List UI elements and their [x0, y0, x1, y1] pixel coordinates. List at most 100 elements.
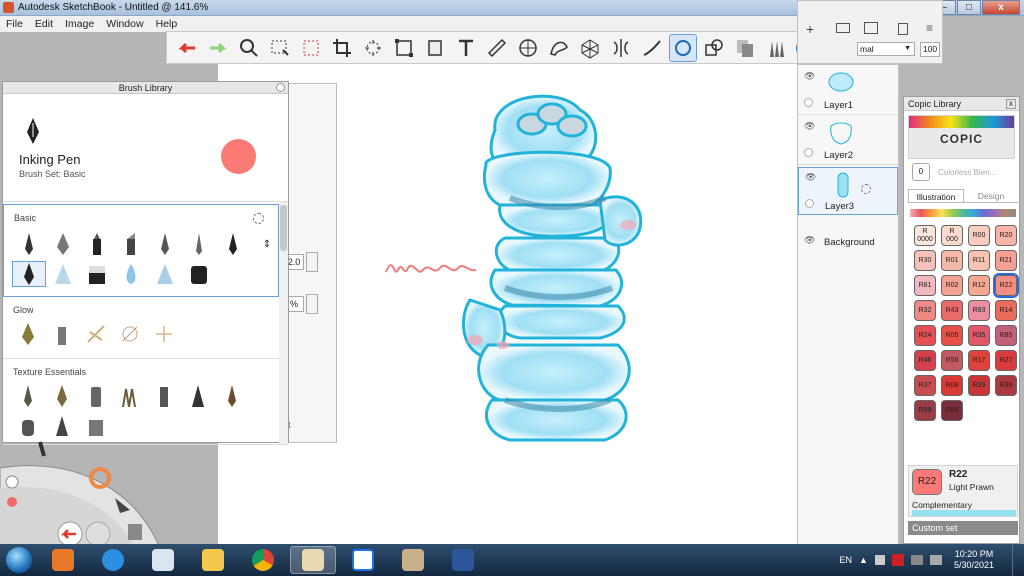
layer-radio[interactable]: [804, 148, 813, 157]
blend-mode-select[interactable]: mal ▼: [857, 42, 915, 56]
brush-texture-2-icon[interactable]: [45, 383, 79, 409]
copic-swatch[interactable]: R11: [968, 250, 990, 271]
copic-swatch[interactable]: R35: [968, 325, 990, 346]
copic-swatch[interactable]: R21: [995, 250, 1017, 271]
brush-ink-icon[interactable]: [216, 231, 250, 257]
copic-swatch[interactable]: R08: [941, 375, 963, 396]
show-desktop-button[interactable]: [1012, 544, 1024, 576]
complementary-label[interactable]: Complementary: [912, 500, 972, 510]
zoom-icon[interactable]: [235, 34, 263, 62]
symmetry-icon[interactable]: [607, 34, 635, 62]
brush-texture-7-icon[interactable]: [215, 383, 249, 409]
select-icon[interactable]: [266, 34, 294, 62]
copic-swatch[interactable]: R32: [914, 300, 936, 321]
clock[interactable]: 10:20 PM 5/30/2021: [954, 549, 994, 571]
perspective-icon[interactable]: [576, 34, 604, 62]
taskbar-zalo[interactable]: [340, 546, 386, 574]
language-indicator[interactable]: EN: [840, 555, 853, 565]
brush-texture-9-icon[interactable]: [45, 413, 79, 439]
menu-file[interactable]: File: [0, 16, 29, 32]
layer-settings-icon[interactable]: [861, 184, 871, 194]
copic-swatch[interactable]: R39: [995, 375, 1017, 396]
taskbar-word[interactable]: [440, 546, 486, 574]
visibility-eye-icon[interactable]: 👁: [804, 71, 815, 82]
layer-item-selected[interactable]: 👁 Layer3: [798, 167, 898, 215]
taskbar-chrome[interactable]: [240, 546, 286, 574]
current-copic-swatch[interactable]: R22: [912, 469, 942, 495]
ruler-icon[interactable]: [483, 34, 511, 62]
copic-swatch[interactable]: R 0000: [914, 225, 936, 246]
brush-texture-8-icon[interactable]: [11, 413, 45, 439]
menu-edit[interactable]: Edit: [29, 16, 59, 32]
brush-glow-spray-icon[interactable]: [79, 321, 113, 347]
custom-set-bar[interactable]: Custom set: [908, 521, 1018, 535]
copic-swatch[interactable]: R20: [995, 225, 1017, 246]
layer-opacity-field[interactable]: 100: [920, 42, 940, 57]
brush-soft-icon[interactable]: [148, 261, 182, 287]
shape-icon[interactable]: [700, 34, 728, 62]
copic-swatch[interactable]: R05: [941, 325, 963, 346]
distort-icon[interactable]: [390, 34, 418, 62]
copic-swatch[interactable]: R59: [914, 400, 936, 421]
undo-icon[interactable]: [173, 34, 201, 62]
copic-swatch[interactable]: R89: [941, 400, 963, 421]
layer-radio[interactable]: [804, 98, 813, 107]
copic-swatch[interactable]: R00: [968, 225, 990, 246]
taskbar-explorer[interactable]: [190, 546, 236, 574]
brush-chisel-icon[interactable]: [114, 231, 148, 257]
tray-app-icon[interactable]: [874, 555, 885, 565]
copic-swatch[interactable]: R22: [993, 273, 1019, 298]
panel-close-icon[interactable]: [276, 83, 285, 92]
brush-marker-icon[interactable]: [80, 231, 114, 257]
layer-item[interactable]: 👁 Layer1: [798, 67, 898, 115]
folder-icon[interactable]: [836, 23, 850, 33]
brush-library-scrollbar[interactable]: [279, 202, 288, 444]
brush-pencil-icon[interactable]: [12, 231, 46, 257]
brush-texture-1-icon[interactable]: [11, 383, 45, 409]
redo-icon[interactable]: [204, 34, 232, 62]
trash-icon[interactable]: [898, 23, 908, 35]
copic-swatch[interactable]: R43: [941, 300, 963, 321]
tray-vivaldi-icon[interactable]: [891, 554, 904, 566]
add-layer-icon[interactable]: +: [806, 21, 814, 37]
crop-icon[interactable]: [328, 34, 356, 62]
brush-glow-star-icon[interactable]: [113, 321, 147, 347]
copic-swatch[interactable]: R17: [968, 350, 990, 371]
brush-fine-pen-icon[interactable]: [182, 231, 216, 257]
volume-icon[interactable]: [929, 555, 942, 565]
brush-glow-pen-icon[interactable]: [11, 321, 45, 347]
image-icon[interactable]: [864, 22, 878, 34]
visibility-eye-icon[interactable]: 👁: [804, 121, 815, 132]
copic-swatch[interactable]: R30: [914, 250, 936, 271]
copic-swatch[interactable]: R 000: [941, 225, 963, 246]
menu-help[interactable]: Help: [150, 16, 184, 32]
layer-radio[interactable]: [805, 199, 814, 208]
brush-settings-icon[interactable]: [253, 213, 264, 224]
brush-technical-pen-icon[interactable]: [46, 231, 80, 257]
brush-texture-5-icon[interactable]: [147, 383, 181, 409]
brush-texture-3-icon[interactable]: [79, 383, 113, 409]
brush-ballpoint-icon[interactable]: [148, 231, 182, 257]
taskbar-paint[interactable]: [390, 546, 436, 574]
transform-icon[interactable]: [359, 34, 387, 62]
taskbar-media-player[interactable]: [40, 546, 86, 574]
color-family-strip[interactable]: [910, 209, 1016, 217]
copic-swatch[interactable]: R46: [914, 350, 936, 371]
colorless-blender[interactable]: 0 Colorless Blen...: [910, 163, 1016, 183]
crop-select-icon[interactable]: [297, 34, 325, 62]
taskbar-snipping-tool[interactable]: [140, 546, 186, 574]
menu-window[interactable]: Window: [100, 16, 149, 32]
ellipse-guide-icon[interactable]: [514, 34, 542, 62]
brush-water-icon[interactable]: [114, 261, 148, 287]
brush-inking-pen-icon[interactable]: [12, 261, 46, 287]
layer-item-background[interactable]: 👁 Background: [798, 219, 898, 267]
brush-library-icon[interactable]: [762, 34, 790, 62]
text-icon[interactable]: [452, 34, 480, 62]
brush-eraser-icon[interactable]: [80, 261, 114, 287]
size-stepper[interactable]: [306, 252, 318, 272]
french-curve-icon[interactable]: [545, 34, 573, 62]
predictive-stroke-icon[interactable]: [669, 33, 697, 62]
copic-swatch[interactable]: R37: [914, 375, 936, 396]
brush-glow-marker-icon[interactable]: [45, 321, 79, 347]
copic-swatch[interactable]: R81: [914, 275, 936, 296]
